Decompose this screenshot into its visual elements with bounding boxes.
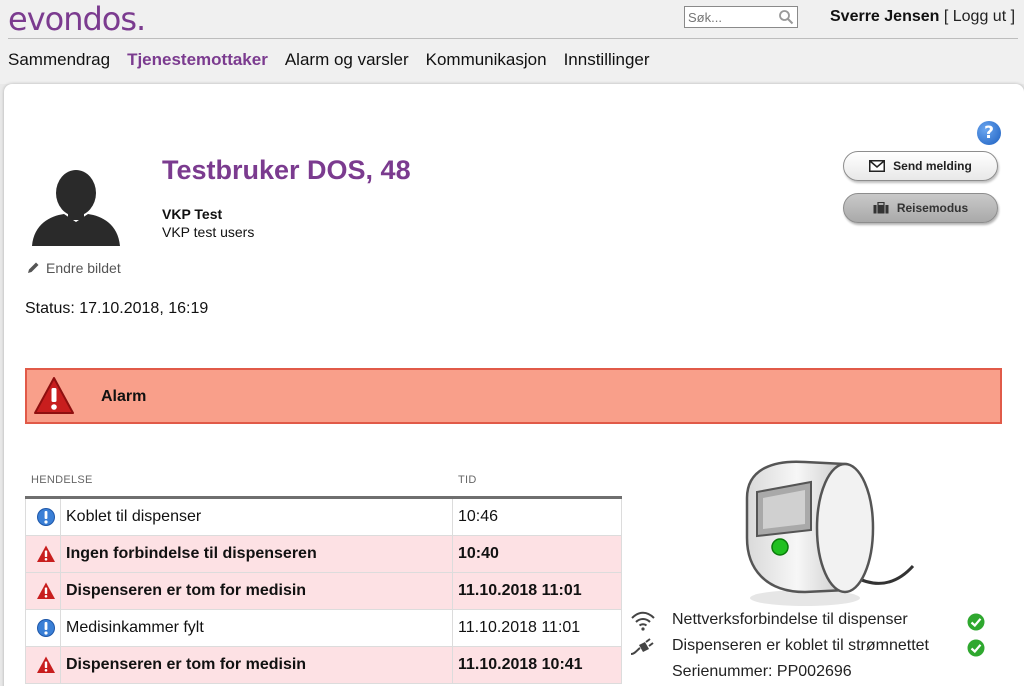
travel-mode-label: Reisemodus [896,201,969,215]
event-text: Dispenseren er tom for medisin [66,656,307,673]
serial-number-label: Serienummer: PP002696 [672,663,852,680]
info-icon [37,508,55,526]
table-row[interactable]: Ingen forbindelse til dispenseren 10:40 [25,536,622,573]
event-text: Dispenseren er tom for medisin [66,582,307,599]
status-timestamp: Status: 17.10.2018, 16:19 [25,300,209,317]
search-box[interactable] [684,6,798,28]
client-name: Testbruker DOS, 48 [162,155,411,185]
organization-name: VKP Test [162,206,223,222]
help-icon[interactable]: ? [977,121,1001,145]
event-text: Medisinkammer fylt [66,619,204,636]
edit-photo-label: Endre bildet [46,260,121,276]
top-bar: evondos. Sverre Jensen [ Logg ut ] Samme… [0,0,1024,84]
alarm-label: Alarm [101,388,147,405]
event-time: 11.10.2018 11:01 [458,582,582,599]
tab-alarm-og-varsler[interactable]: Alarm og varsler [285,50,409,70]
header-divider [8,38,1018,39]
dispenser-image [745,460,915,606]
event-text: Koblet til dispenser [66,508,202,525]
warning-icon [37,656,55,673]
table-row[interactable]: Dispenseren er tom for medisin 11.10.201… [25,647,622,684]
event-time: 10:46 [458,508,499,525]
checkmark-icon [967,639,985,657]
column-header-time[interactable]: TID [458,474,477,486]
table-row[interactable]: Medisinkammer fylt 11.10.2018 11:01 [25,610,622,647]
table-row[interactable]: Dispenseren er tom for medisin 11.10.201… [25,573,622,610]
travel-mode-button[interactable]: Reisemodus [843,193,998,223]
suitcase-icon [873,202,889,214]
search-input[interactable] [685,7,773,27]
send-message-button[interactable]: Send melding [843,151,998,181]
user-name: Sverre Jensen [830,8,940,25]
user-group: VKP test users [162,224,255,240]
wifi-icon [631,611,655,631]
logout-link[interactable]: [ Logg ut ] [944,8,1015,25]
event-time: 11.10.2018 11:01 [458,619,581,636]
evondos-logo[interactable]: evondos. [8,0,146,38]
tab-sammendrag[interactable]: Sammendrag [8,50,110,70]
avatar [32,170,120,246]
info-icon [37,619,55,637]
main-nav: Sammendrag Tjenestemottaker Alarm og var… [8,50,650,70]
warning-icon [34,377,74,414]
power-status-label: Dispenseren er koblet til strømnettet [672,637,929,654]
event-time: 11.10.2018 10:41 [458,656,583,673]
column-header-event[interactable]: HENDELSE [31,474,93,486]
power-plug-icon [630,638,654,655]
warning-icon [37,582,55,599]
alarm-banner[interactable]: Alarm [25,368,1002,424]
checkmark-icon [967,613,985,631]
event-time: 10:40 [458,545,499,562]
user-area: Sverre Jensen [ Logg ut ] [830,8,1015,26]
tab-kommunikasjon[interactable]: Kommunikasjon [426,50,547,70]
table-row[interactable]: Koblet til dispenser 10:46 [25,499,622,536]
search-icon[interactable] [778,9,794,25]
edit-photo-link[interactable]: Endre bildet [26,260,121,276]
tab-tjenestemottaker[interactable]: Tjenestemottaker [127,50,268,70]
network-status-label: Nettverksforbindelse til dispenser [672,611,908,628]
tab-innstillinger[interactable]: Innstillinger [564,50,650,70]
envelope-icon [869,160,886,172]
pencil-icon [28,262,39,273]
events-table: Koblet til dispenser 10:46 Ingen forbind… [25,496,622,684]
send-message-label: Send melding [893,159,972,173]
event-text: Ingen forbindelse til dispenseren [66,545,317,562]
warning-icon [37,545,55,562]
